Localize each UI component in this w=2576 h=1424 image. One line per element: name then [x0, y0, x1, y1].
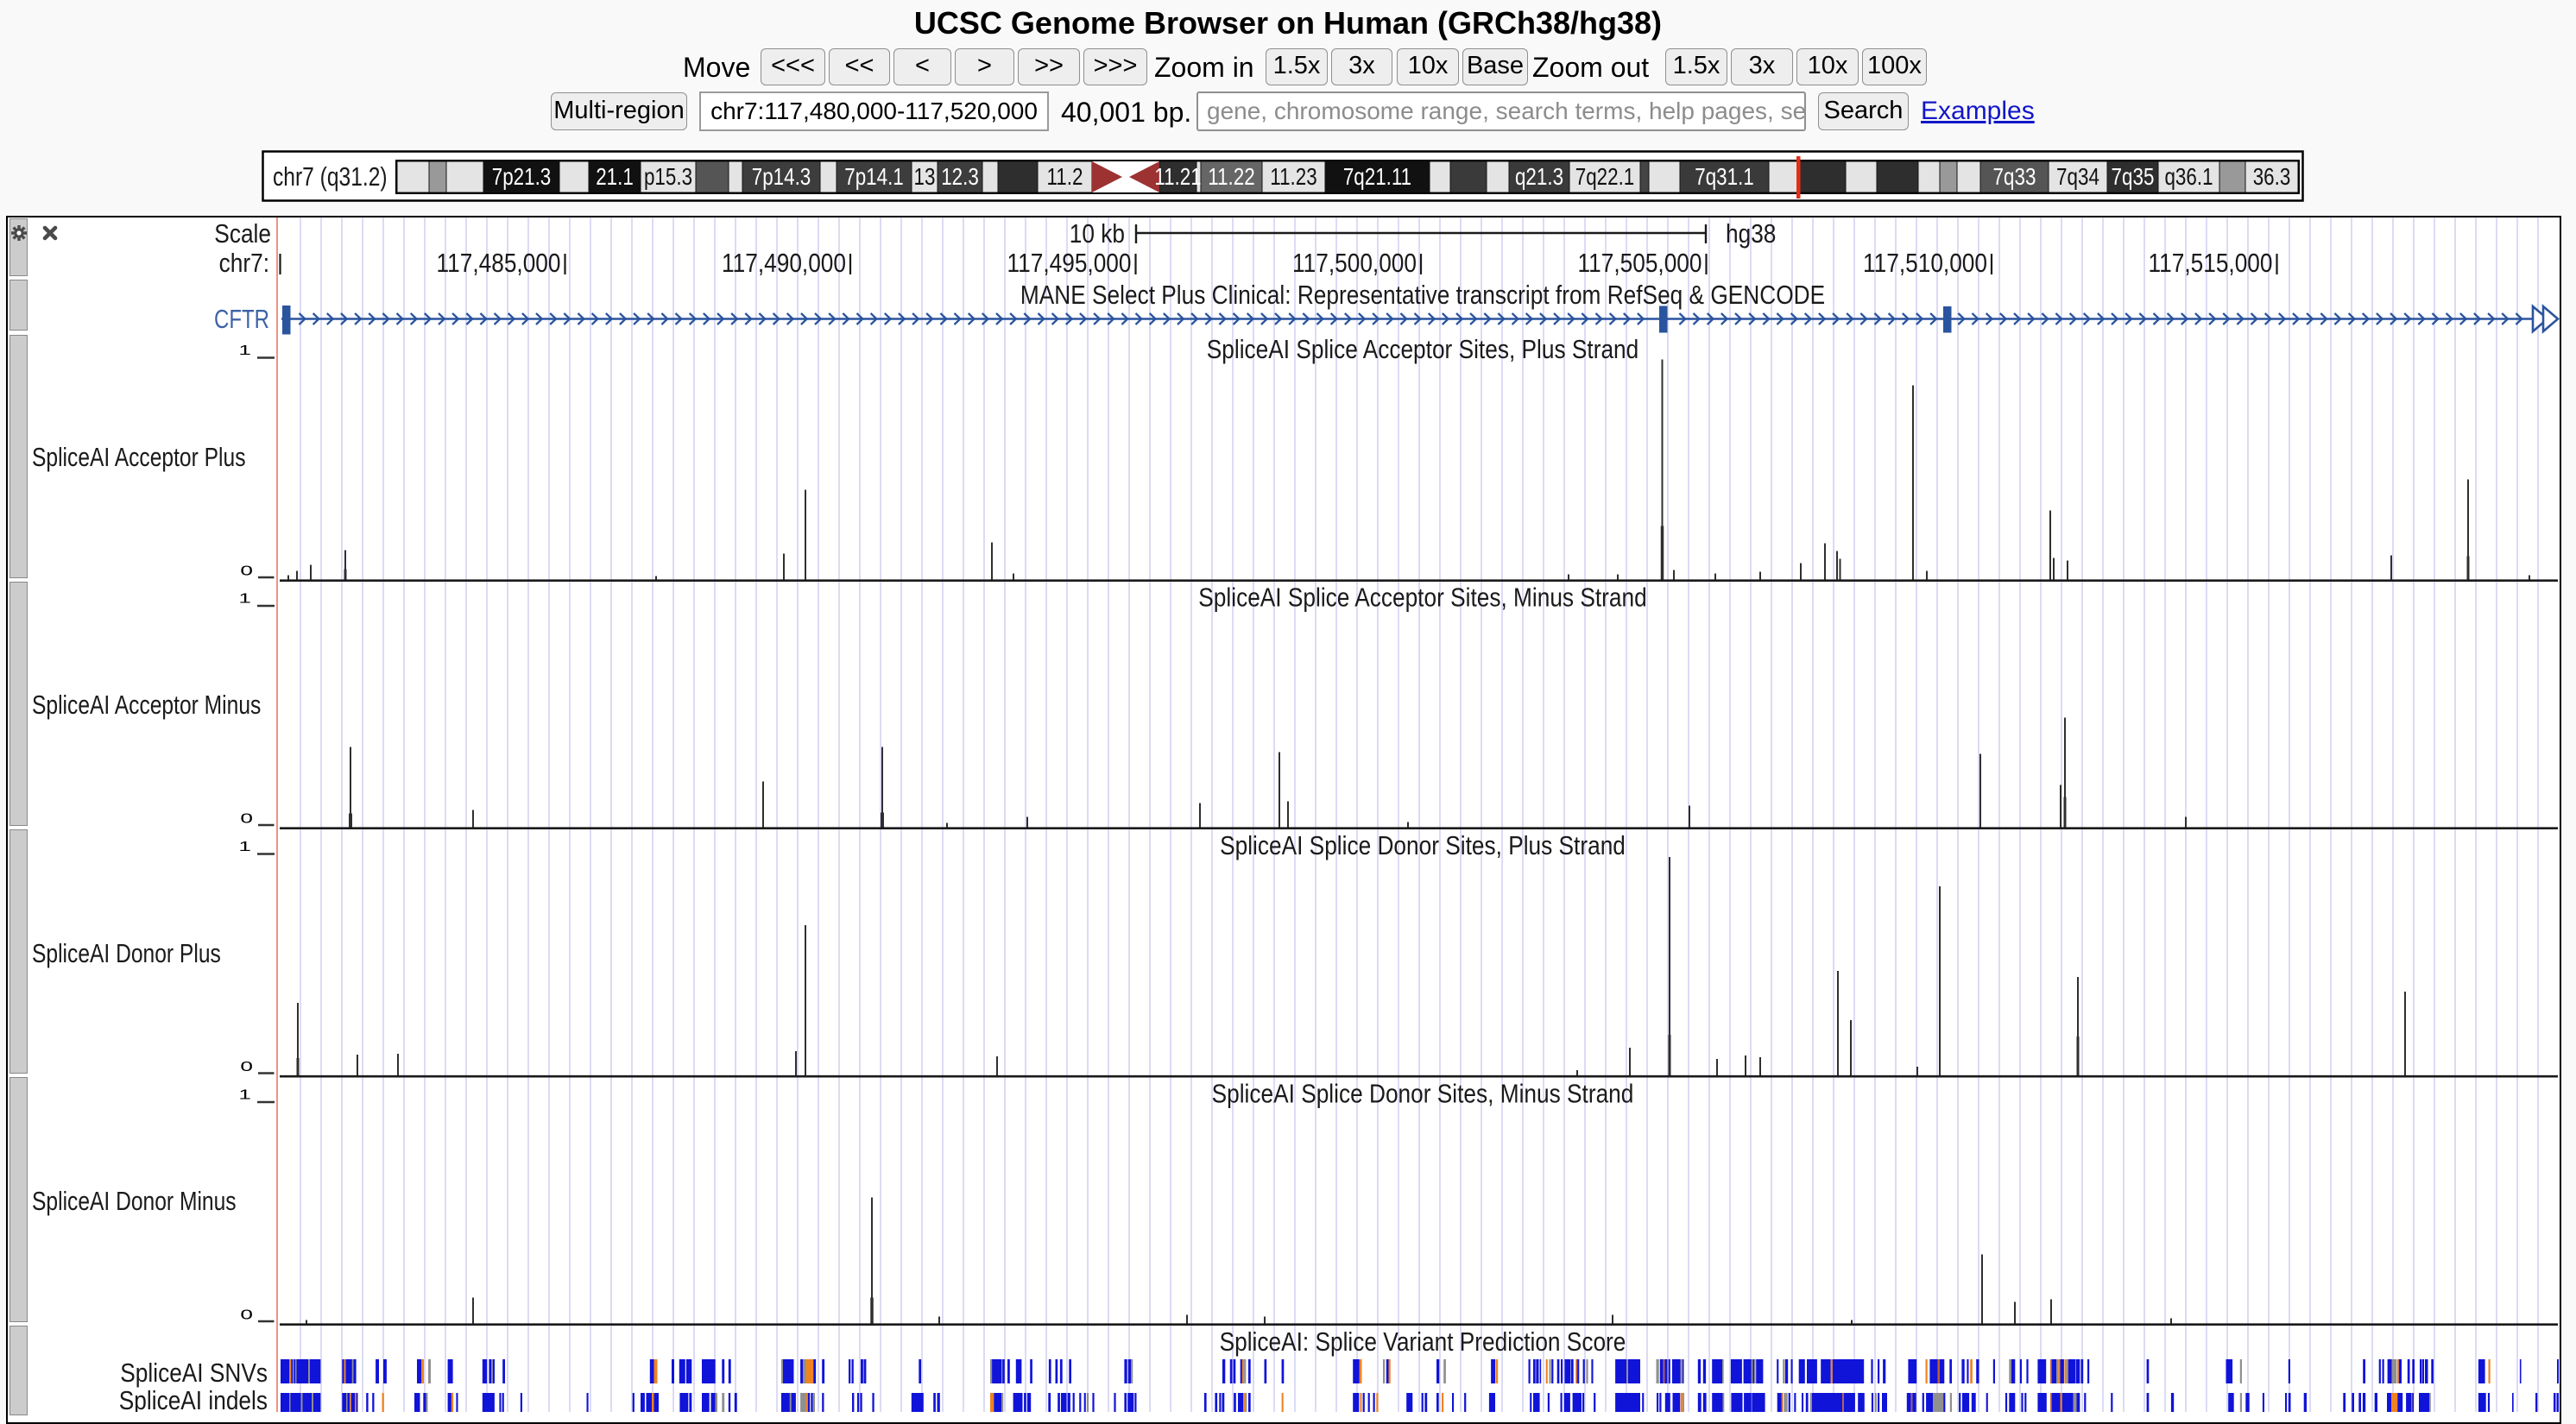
- svg-text:SpliceAI Splice Acceptor Sites: SpliceAI Splice Acceptor Sites, Minus St…: [1198, 583, 1646, 613]
- svg-text:0: 0: [240, 564, 253, 579]
- svg-text:117,485,000: 117,485,000: [437, 248, 561, 278]
- svg-text:SpliceAI Acceptor Plus: SpliceAI Acceptor Plus: [32, 442, 246, 472]
- svg-text:117,510,000: 117,510,000: [1863, 248, 1987, 278]
- svg-text:117,500,000: 117,500,000: [1292, 248, 1417, 278]
- svg-text:SpliceAI Donor Plus: SpliceAI Donor Plus: [32, 938, 221, 968]
- svg-text:117,495,000: 117,495,000: [1007, 248, 1132, 278]
- svg-text:SpliceAI: Splice Variant Predi: SpliceAI: Splice Variant Prediction Scor…: [1220, 1326, 1626, 1357]
- svg-text:117,490,000: 117,490,000: [722, 248, 846, 278]
- svg-text:0: 0: [240, 812, 253, 827]
- svg-text:SpliceAI SNVs: SpliceAI SNVs: [120, 1358, 268, 1388]
- svg-text:MANE Select Plus Clinical: Rep: MANE Select Plus Clinical: Representativ…: [1020, 280, 1825, 310]
- svg-text:1: 1: [238, 840, 251, 854]
- svg-text:117,505,000: 117,505,000: [1578, 248, 1702, 278]
- svg-text:hg38: hg38: [1726, 218, 1776, 249]
- svg-text:SpliceAI Donor Minus: SpliceAI Donor Minus: [32, 1186, 237, 1216]
- svg-text:SpliceAI Splice Donor Sites, P: SpliceAI Splice Donor Sites, Plus Strand: [1220, 830, 1626, 860]
- svg-text:Scale: Scale: [214, 218, 271, 249]
- svg-text:SpliceAI Splice Donor Sites, M: SpliceAI Splice Donor Sites, Minus Stran…: [1212, 1079, 1634, 1109]
- svg-text:0: 0: [240, 1060, 253, 1074]
- svg-text:SpliceAI indels: SpliceAI indels: [119, 1385, 268, 1412]
- svg-text:10 kb: 10 kb: [1070, 218, 1125, 249]
- svg-text:CFTR: CFTR: [214, 304, 269, 334]
- svg-text:1: 1: [238, 343, 251, 358]
- svg-text:117,515,000: 117,515,000: [2149, 248, 2273, 278]
- svg-text:1: 1: [238, 592, 251, 607]
- svg-text:1: 1: [238, 1088, 251, 1103]
- svg-text:SpliceAI Acceptor Minus: SpliceAI Acceptor Minus: [32, 690, 261, 720]
- svg-text:SpliceAI Splice Acceptor Sites: SpliceAI Splice Acceptor Sites, Plus Str…: [1207, 334, 1639, 364]
- svg-text:chr7:: chr7:: [219, 248, 269, 278]
- svg-text:0: 0: [240, 1308, 253, 1323]
